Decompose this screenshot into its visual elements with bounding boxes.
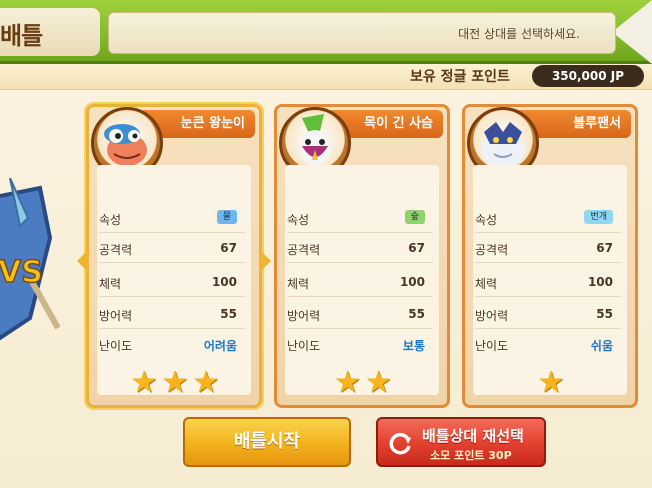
stat-attribute: 속성 숲 [287, 205, 433, 233]
header-hint: 대전 상대를 선택하세요. [458, 27, 580, 41]
vs-label: VS [0, 255, 43, 290]
difficulty-stars: ★ [465, 365, 641, 400]
stat-attribute: 속성 번개 [475, 205, 621, 233]
difficulty-stars: ★★★ [89, 365, 265, 400]
star-icon: ★ [365, 365, 396, 400]
stat-attack: 공격력 67 [475, 235, 621, 263]
selected-arrow-left-icon [77, 249, 89, 273]
refresh-icon [389, 432, 411, 455]
stat-defense: 방어력 55 [287, 301, 433, 329]
stat-defense: 방어력 55 [475, 301, 621, 329]
stat-attribute: 속성 물 [99, 205, 245, 233]
stat-attack: 공격력 67 [287, 235, 433, 263]
opponent-card-3[interactable]: 블루팬서 속성 번개 공격력 67 체력 100 방어력 55 난이도 쉬움 ★ [462, 104, 638, 408]
stat-difficulty: 난이도 쉬움 [475, 339, 613, 353]
points-value: 350,000 JP [532, 65, 644, 87]
stat-stamina: 체력 100 [475, 269, 621, 297]
reselect-opponent-button[interactable]: 배틀상대 재선택 소모 포인트 30P [376, 417, 546, 467]
stat-stamina: 체력 100 [99, 269, 245, 297]
stat-stamina: 체력 100 [287, 269, 433, 297]
star-icon: ★ [192, 365, 224, 400]
opponent-card-1[interactable]: 눈큰 왕눈이 속성 물 공격력 67 체력 100 방어력 55 난이도 어려움… [77, 104, 271, 408]
start-battle-button[interactable]: 배틀시작 [183, 417, 351, 467]
star-icon: ★ [537, 365, 569, 400]
points-label: 보유 정글 포인트 [410, 69, 510, 85]
star-icon: ★ [161, 365, 193, 400]
difficulty-stars: ★★ [277, 365, 453, 400]
stat-difficulty: 난이도 보통 [287, 339, 425, 353]
vs-emblem: VS [0, 177, 61, 348]
reselect-label: 배틀상대 재선택 [422, 427, 524, 445]
selected-arrow-right-icon [259, 249, 271, 273]
vs-shield-icon: VS [0, 177, 61, 341]
star-icon: ★ [130, 365, 162, 400]
attribute-badge: 물 [216, 210, 237, 224]
star-icon: ★ [334, 365, 365, 400]
opponent-card-2[interactable]: 목이 긴 사슴 속성 숲 공격력 67 체력 100 방어력 55 난이도 보통… [274, 104, 450, 408]
attribute-badge: 번개 [584, 210, 613, 224]
stat-defense: 방어력 55 [99, 301, 245, 329]
stat-attack: 공격력 67 [99, 235, 245, 263]
stat-difficulty: 난이도 어려움 [99, 339, 237, 353]
attribute-badge: 숲 [404, 210, 425, 224]
page-title: 배틀 [0, 22, 43, 50]
reselect-cost: 소모 포인트 30P [430, 449, 512, 462]
